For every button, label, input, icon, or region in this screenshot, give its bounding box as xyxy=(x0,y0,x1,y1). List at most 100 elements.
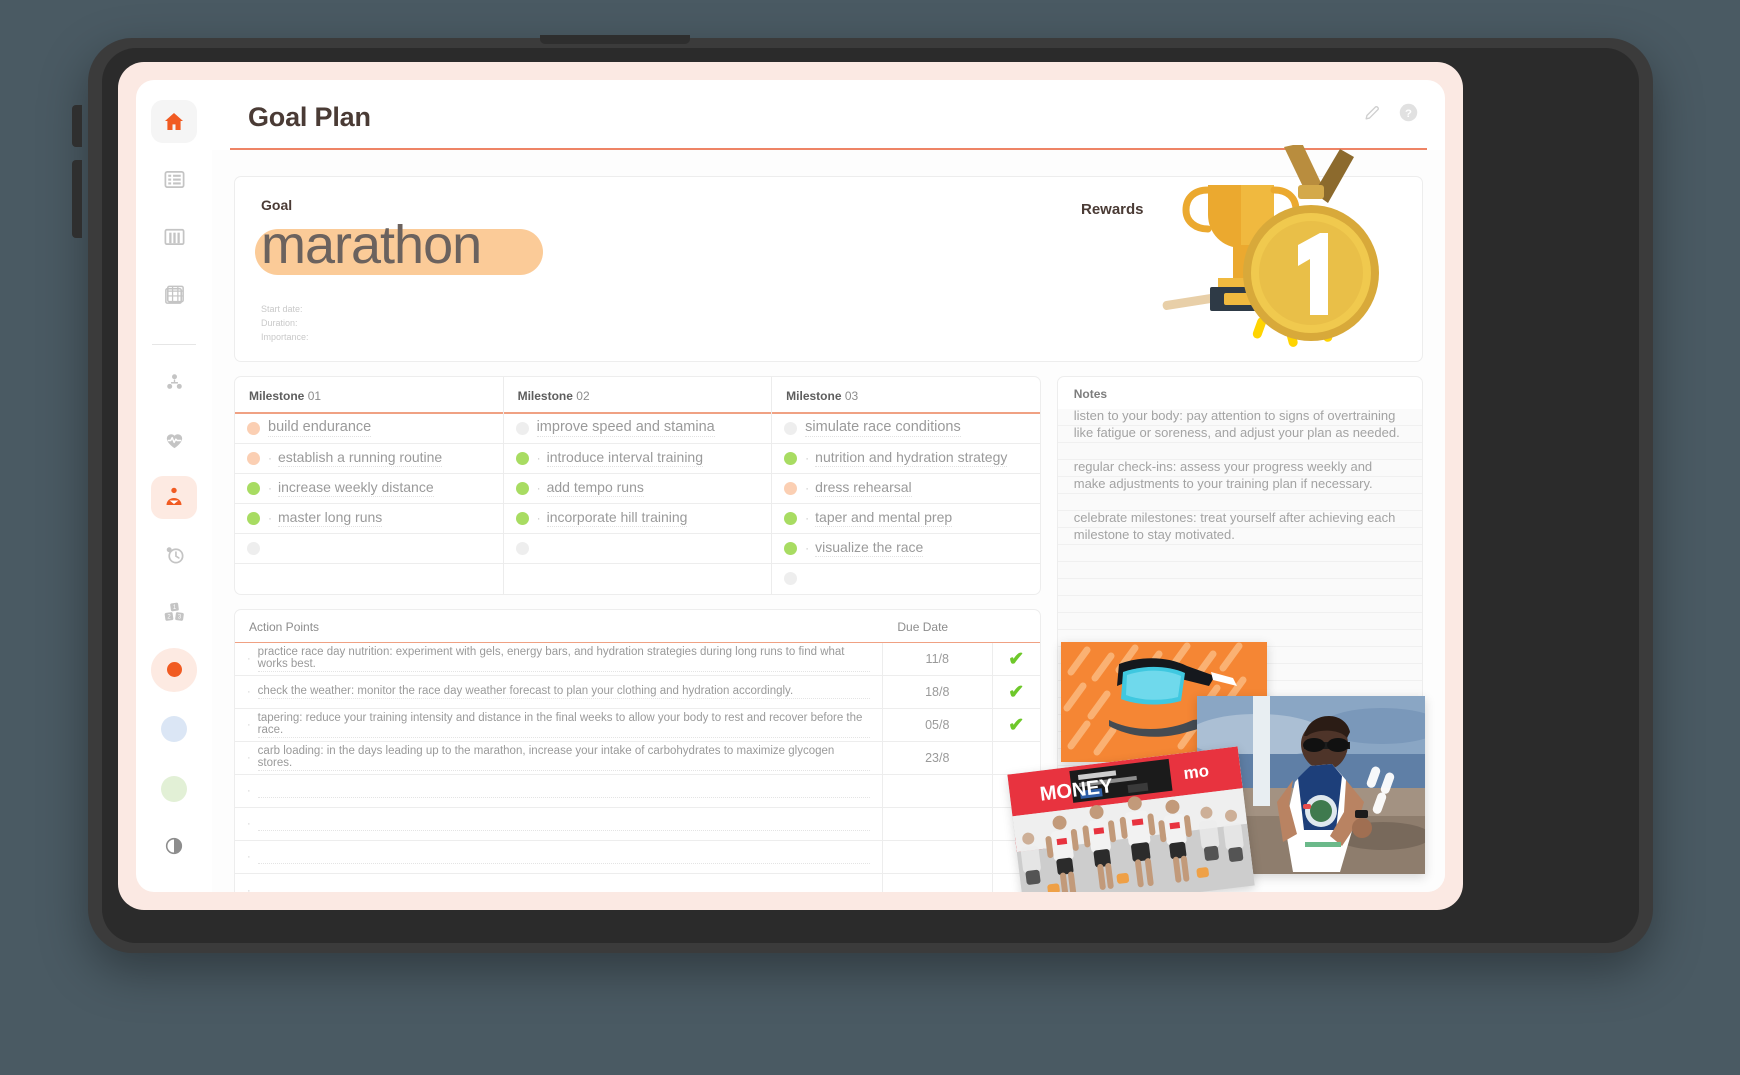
milestone-text: taper and mental prep xyxy=(815,509,953,528)
action-point-due-date[interactable]: 11/8 xyxy=(881,643,992,676)
milestone-status-dot[interactable] xyxy=(515,451,529,465)
milestone-status-dot[interactable] xyxy=(784,572,798,586)
milestone-status-dot[interactable] xyxy=(515,511,529,525)
action-point-due-date[interactable] xyxy=(881,841,992,874)
milestone-status-dot[interactable] xyxy=(784,511,798,525)
milestone-status-dot[interactable] xyxy=(515,421,529,435)
milestone-row[interactable]: · establish a running routine xyxy=(235,444,503,474)
action-point-done-checkbox[interactable] xyxy=(991,775,1040,808)
milestone-status-dot[interactable] xyxy=(784,541,798,555)
milestone-status-dot[interactable] xyxy=(247,511,260,525)
milestone-status-dot[interactable] xyxy=(784,451,798,465)
sidebar-item-history[interactable] xyxy=(151,533,197,576)
action-point-task-cell[interactable]: · practice race day nutrition: experiment… xyxy=(235,646,882,673)
milestone-sub-bullet: · xyxy=(536,481,541,496)
milestone-row[interactable]: · nutrition and hydration strategy xyxy=(772,444,1040,474)
action-point-task-cell[interactable]: · xyxy=(235,784,882,799)
action-point-row[interactable]: · xyxy=(235,874,1040,892)
action-point-row[interactable]: · xyxy=(235,841,1040,875)
sidebar: 123 xyxy=(136,80,212,892)
sidebar-item-list[interactable] xyxy=(151,157,197,200)
milestone-row[interactable]: · taper and mental prep xyxy=(772,504,1040,534)
milestone-row[interactable]: · dress rehearsal xyxy=(772,474,1040,504)
milestone-row[interactable] xyxy=(772,564,1040,594)
milestone-row[interactable]: · master long runs xyxy=(235,504,503,534)
action-point-row[interactable]: · tapering: reduce your training intensit… xyxy=(235,709,1040,743)
milestone-text: master long runs xyxy=(278,509,383,528)
action-point-due-date[interactable] xyxy=(881,775,992,808)
milestone-status-dot[interactable] xyxy=(247,451,260,465)
note-paragraph: listen to your body: pay attention to si… xyxy=(1073,408,1400,440)
pencil-icon[interactable] xyxy=(1363,103,1382,127)
milestone-row[interactable] xyxy=(235,564,503,594)
content-area: Goal marathon Start date: Duration: Impo… xyxy=(212,143,1445,892)
action-point-done-checkbox[interactable] xyxy=(991,742,1040,775)
sidebar-item-health[interactable] xyxy=(151,418,197,461)
action-point-task-cell[interactable]: · tapering: reduce your training intensit… xyxy=(235,712,882,739)
theme-toggle-button[interactable] xyxy=(151,827,197,870)
milestone-row[interactable]: · incorporate hill training xyxy=(503,504,772,534)
action-point-due-date[interactable]: 23/8 xyxy=(881,742,992,775)
action-point-done-checkbox[interactable] xyxy=(991,808,1040,841)
action-point-done-checkbox[interactable] xyxy=(991,841,1040,874)
milestone-status-dot[interactable] xyxy=(784,421,798,435)
milestone-status-dot[interactable] xyxy=(247,541,260,555)
action-point-row[interactable]: · carb loading: in the days leading up to… xyxy=(235,742,1040,776)
action-point-row[interactable]: · practice race day nutrition: experiment… xyxy=(235,643,1040,677)
color-swatch-blue[interactable] xyxy=(151,708,197,751)
action-point-done-checkbox[interactable]: ✔ xyxy=(991,676,1040,709)
action-point-task-cell[interactable]: · carb loading: in the days leading up to… xyxy=(235,745,882,772)
milestone-row[interactable]: · add tempo runs xyxy=(503,474,772,504)
lower-section: Milestone 01 build endurance · establish a… xyxy=(234,376,1425,892)
goal-value-wrap[interactable]: marathon xyxy=(255,217,543,275)
action-point-done-checkbox[interactable]: ✔ xyxy=(991,709,1040,742)
home-icon xyxy=(162,110,186,134)
action-point-task-cell[interactable]: · xyxy=(235,884,882,892)
color-swatch-orange[interactable] xyxy=(151,648,197,692)
milestone-row[interactable]: build endurance xyxy=(235,414,503,444)
action-point-task-cell[interactable]: · xyxy=(235,817,882,832)
action-point-task-cell[interactable]: · check the weather: monitor the race day… xyxy=(235,685,882,700)
milestone-row[interactable]: improve speed and stamina xyxy=(503,414,772,444)
milestone-row[interactable]: simulate race conditions xyxy=(772,414,1040,444)
sidebar-item-grid[interactable] xyxy=(151,272,197,315)
milestone-row[interactable] xyxy=(503,534,772,564)
svg-text:?: ? xyxy=(1405,108,1412,120)
number-blocks-icon: 123 xyxy=(162,600,186,624)
milestone-text: simulate race conditions xyxy=(805,419,961,438)
color-swatch-green[interactable] xyxy=(151,767,197,810)
milestone-sub-bullet: · xyxy=(805,511,810,526)
milestone-header: Milestone 03 xyxy=(772,377,1040,412)
sidebar-item-home[interactable] xyxy=(151,100,197,144)
milestone-row[interactable]: · visualize the race xyxy=(772,534,1040,564)
milestone-row[interactable]: · increase weekly distance xyxy=(235,474,503,504)
action-point-due-date[interactable]: 05/8 xyxy=(881,709,992,742)
action-point-row[interactable]: · check the weather: monitor the race day… xyxy=(235,676,1040,710)
action-point-done-checkbox[interactable]: ✔ xyxy=(991,643,1040,676)
help-circle-icon[interactable]: ? xyxy=(1398,102,1419,128)
action-point-due-date[interactable]: 18/8 xyxy=(881,676,992,709)
sidebar-item-board[interactable] xyxy=(151,215,197,258)
milestone-header-label: Milestone xyxy=(786,389,842,403)
action-point-due-date[interactable] xyxy=(881,874,992,892)
milestone-text xyxy=(537,539,541,557)
milestone-row[interactable] xyxy=(504,564,772,594)
sidebar-item-team[interactable] xyxy=(151,361,197,404)
milestone-status-dot[interactable] xyxy=(784,481,798,495)
action-point-task-cell[interactable]: · xyxy=(235,850,882,865)
notes-card[interactable]: Notes listen to your body: pay attention… xyxy=(1056,376,1423,849)
milestone-status-dot-empty xyxy=(516,572,529,585)
action-point-due-date[interactable] xyxy=(881,808,992,841)
milestone-status-dot[interactable] xyxy=(247,481,260,495)
sidebar-item-blocks[interactable]: 123 xyxy=(151,591,197,634)
milestone-status-dot[interactable] xyxy=(247,421,260,435)
action-point-row[interactable]: · xyxy=(235,808,1040,842)
milestone-row[interactable] xyxy=(235,534,503,564)
milestone-row[interactable]: · introduce interval training xyxy=(503,444,772,474)
milestone-status-dot[interactable] xyxy=(515,481,529,495)
sidebar-item-goals[interactable] xyxy=(151,475,197,520)
milestone-text: introduce interval training xyxy=(546,449,703,468)
milestone-status-dot[interactable] xyxy=(515,541,529,555)
action-point-row[interactable]: · xyxy=(235,775,1040,809)
action-point-done-checkbox[interactable] xyxy=(991,874,1040,892)
